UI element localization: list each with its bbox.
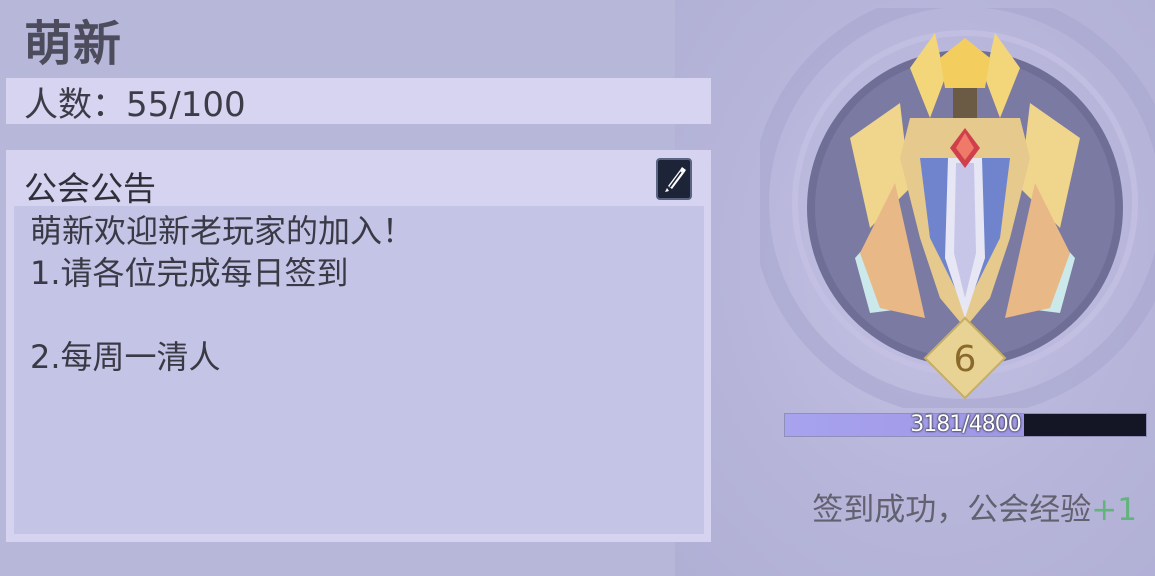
- emblem-icon: 6: [751, 0, 1155, 417]
- checkin-bonus: +1: [1091, 492, 1137, 528]
- notice-line: 2.每周一清人: [30, 338, 221, 376]
- notice-line: [30, 294, 704, 336]
- guild-notice-panel: 公会公告 萌新欢迎新老玩家的加入！ 1.请各位完成每日签到 2.每周一清人: [6, 150, 711, 542]
- guild-name: 萌新: [24, 16, 123, 72]
- guild-emblem: 6: [751, 0, 1155, 417]
- notice-text-area[interactable]: 萌新欢迎新老玩家的加入！ 1.请各位完成每日签到 2.每周一清人: [14, 206, 704, 534]
- emblem-level: 6: [954, 339, 977, 380]
- guild-exp-bar: 3181/4800: [784, 412, 1147, 437]
- member-count-bar: 人数：55/100: [6, 78, 711, 125]
- guild-exp-text: 3181/4800: [910, 412, 1021, 437]
- checkin-message: 签到成功，公会经验+1: [812, 484, 1137, 529]
- pencil-icon: [665, 167, 686, 192]
- notice-line: 萌新欢迎新老玩家的加入！: [30, 212, 415, 250]
- checkin-message-text: 签到成功，公会经验: [812, 492, 1092, 528]
- member-count-label: 人数：55/100: [24, 84, 246, 125]
- edit-notice-button[interactable]: [656, 158, 692, 200]
- notice-line: 1.请各位完成每日签到: [30, 254, 349, 292]
- notice-title: 公会公告: [24, 169, 156, 208]
